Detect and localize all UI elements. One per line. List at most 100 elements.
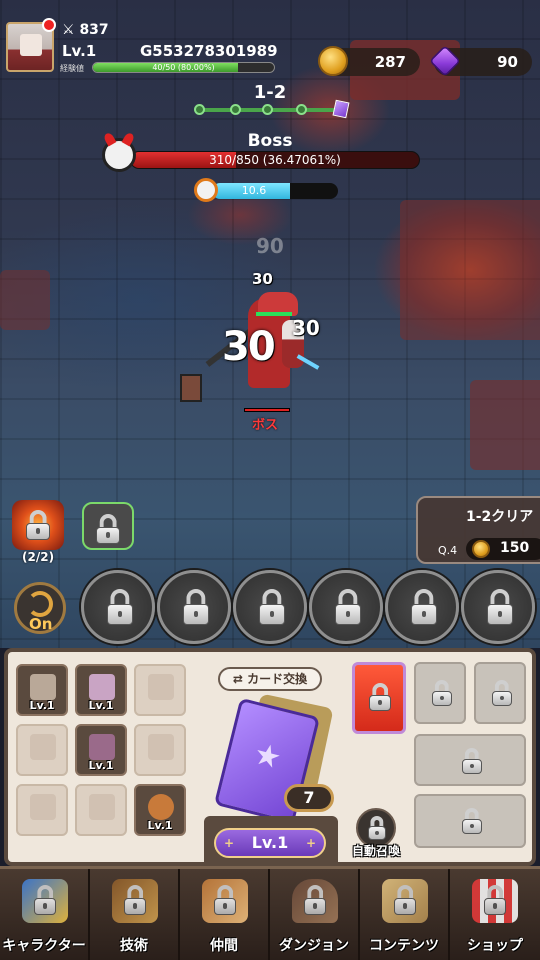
shield-icon xyxy=(148,794,174,820)
boss-mini-hp-bar xyxy=(244,408,290,412)
exp-label: 経験値 xyxy=(60,64,84,73)
equip-slot-armor[interactable]: Lv.1 xyxy=(75,664,127,716)
skill-slot-4[interactable] xyxy=(309,570,383,644)
auto-summon-button[interactable]: 自動召喚 xyxy=(348,808,404,864)
gloves-icon xyxy=(148,674,174,700)
card-slot-dagger[interactable] xyxy=(414,794,526,848)
demon-skull-icon xyxy=(102,138,136,172)
skill-slot-5[interactable] xyxy=(385,570,459,644)
nav-label: コンテンツ xyxy=(369,938,439,954)
equip-slot-pants[interactable] xyxy=(16,724,68,776)
card-swap-button[interactable]: ⇄ カード交換 xyxy=(218,667,322,691)
player-level: Lv.1 xyxy=(62,42,97,60)
boss-hp-bar: 310/850 (36.47061%) xyxy=(130,151,420,169)
equip-slot-boots[interactable]: Lv.1 xyxy=(75,724,127,776)
nav-skills[interactable]: 技術 xyxy=(90,869,180,960)
combat-power: ⚔ 837 xyxy=(62,22,109,38)
armor-icon xyxy=(89,674,115,700)
skills-icon xyxy=(112,879,158,923)
nav-dungeon[interactable]: ダンジョン xyxy=(270,869,360,960)
skill-slot-1[interactable] xyxy=(81,570,155,644)
dungeon-icon xyxy=(292,879,338,923)
equip-slot-belt[interactable] xyxy=(16,784,68,836)
nav-label: 仲間 xyxy=(210,938,238,954)
quest-reward: 150 xyxy=(466,538,540,560)
equip-slot-flame[interactable] xyxy=(134,724,186,776)
coin-counter[interactable]: 287 xyxy=(318,46,420,76)
stopwatch-icon xyxy=(194,178,218,202)
damage-number: 90 xyxy=(256,234,284,258)
coin-icon xyxy=(318,46,348,76)
equip-slot-helmet[interactable] xyxy=(75,784,127,836)
lock-icon xyxy=(212,885,238,915)
card-level-button[interactable]: Lv.1 xyxy=(214,828,326,858)
skill-slot-3[interactable] xyxy=(233,570,307,644)
red-plant xyxy=(0,270,50,330)
lock-icon xyxy=(490,680,514,706)
stage-node xyxy=(296,104,307,115)
skill-slot-6[interactable] xyxy=(461,570,535,644)
nav-label: キャラクター xyxy=(2,938,86,954)
lock-icon xyxy=(367,683,393,711)
nav-shop[interactable]: ショップ xyxy=(450,869,540,960)
pants-icon xyxy=(30,734,56,760)
lock-icon xyxy=(460,748,484,774)
lock-icon xyxy=(256,589,288,625)
nav-companions[interactable]: 仲間 xyxy=(180,869,270,960)
lock-icon xyxy=(430,680,454,706)
lock-icon xyxy=(32,885,58,915)
avatar-face xyxy=(20,34,42,56)
companions-icon xyxy=(202,879,248,923)
boss-name: Boss xyxy=(247,131,293,151)
sword-icon xyxy=(30,674,56,700)
boss-hp-text: 310/850 (36.47061%) xyxy=(209,153,341,167)
damage-number: 30 xyxy=(292,316,320,340)
quest-panel[interactable]: 1-2クリア Q.4 150 xyxy=(416,496,540,564)
glowing-rock xyxy=(400,200,540,340)
auto-battle-label: On xyxy=(29,615,53,633)
boots-icon xyxy=(89,734,115,760)
nav-character[interactable]: キャラクター xyxy=(0,869,90,960)
damage-number: 30 xyxy=(222,324,276,370)
lock-icon xyxy=(104,589,136,625)
contents-icon xyxy=(382,879,428,923)
exp-bar: 40/50 (80.00%) xyxy=(92,62,275,73)
equip-level: Lv.1 xyxy=(29,699,55,712)
lock-icon xyxy=(484,589,516,625)
equip-level: Lv.1 xyxy=(88,699,114,712)
lock-icon xyxy=(122,885,148,915)
tower-skill-button[interactable] xyxy=(82,502,134,550)
helmet-icon xyxy=(89,794,115,820)
card-swap-label: カード交換 xyxy=(247,672,308,686)
equip-slot-sword[interactable]: Lv.1 xyxy=(16,664,68,716)
stage-node xyxy=(194,104,205,115)
skill-slot-2[interactable] xyxy=(157,570,231,644)
equip-slot-gloves[interactable] xyxy=(134,664,186,716)
nav-contents[interactable]: コンテンツ xyxy=(360,869,450,960)
boss-tag: ボス xyxy=(252,418,279,433)
stage-node xyxy=(230,104,241,115)
monster-hammer-head xyxy=(180,374,202,402)
gem-counter[interactable]: 90 xyxy=(429,45,532,77)
card-slot-winged[interactable] xyxy=(474,662,526,724)
card-slot-red[interactable] xyxy=(352,662,406,734)
lock-icon xyxy=(392,885,418,915)
equip-slot-shield[interactable]: Lv.1 xyxy=(134,784,186,836)
nav-label: 技術 xyxy=(120,938,148,954)
lock-icon xyxy=(366,816,388,840)
shop-icon xyxy=(472,879,518,923)
auto-battle-button[interactable]: On xyxy=(14,582,66,634)
combat-power-value: 837 xyxy=(79,22,109,38)
fire-skill-button[interactable] xyxy=(12,500,64,550)
flame-icon xyxy=(148,734,174,760)
nav-label: ショップ xyxy=(467,938,523,954)
coin-icon xyxy=(472,540,490,558)
damage-number: 30 xyxy=(252,270,273,288)
card-slot-banner[interactable] xyxy=(414,734,526,786)
lock-icon xyxy=(24,510,52,540)
equip-level: Lv.1 xyxy=(88,759,114,772)
player-id: G553278301989 xyxy=(140,42,278,60)
card-slot-locked[interactable] xyxy=(414,662,466,724)
exp-text: 40/50 (80.00%) xyxy=(152,63,215,72)
nav-label: ダンジョン xyxy=(279,938,349,954)
